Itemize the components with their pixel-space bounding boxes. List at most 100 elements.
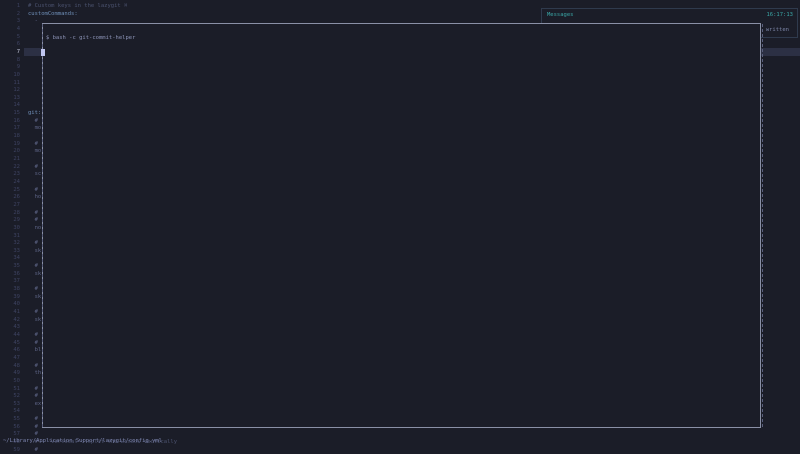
line-number: 41: [13, 309, 20, 315]
line-number: 17: [13, 125, 20, 132]
line-text: sc: [28, 171, 42, 178]
line-number: 14: [13, 102, 20, 109]
popup-left-border: [42, 24, 44, 427]
line-number: 16: [13, 117, 20, 124]
line-number: 25: [13, 186, 20, 193]
line-number: 24: [13, 178, 20, 185]
line-text: #: [28, 423, 38, 430]
line-text: #: [28, 446, 38, 453]
line-number: 7: [16, 48, 20, 55]
line-number: 6: [16, 41, 20, 48]
line-text: #: [28, 186, 38, 193]
line-text: #: [28, 209, 38, 216]
line-number: 18: [13, 133, 20, 140]
line-number: 40: [13, 301, 20, 308]
editor-line: 59 #: [0, 447, 800, 454]
line-number: 38: [13, 286, 20, 293]
line-number: 26: [13, 194, 20, 201]
messages-time: 16:17:13: [766, 12, 794, 18]
line-number: 34: [13, 255, 20, 262]
line-number: 35: [13, 263, 20, 270]
line-number: 27: [13, 201, 20, 208]
line-number: 2: [16, 10, 20, 17]
line-number: 37: [13, 278, 20, 285]
line-number: 36: [13, 270, 20, 277]
line-number: 56: [13, 423, 20, 430]
line-text: #: [28, 240, 38, 247]
line-number: 20: [13, 148, 20, 155]
line-text: ho: [28, 194, 42, 201]
line-text: #: [28, 416, 38, 423]
line-text: #: [28, 309, 38, 315]
line-number: 33: [13, 247, 20, 254]
line-text: #: [28, 339, 38, 346]
line-text: # Custom keys in the lazygit ⌘: [28, 3, 128, 9]
line-number: 30: [13, 224, 20, 231]
line-text: #: [28, 286, 38, 293]
terminal-cursor: [41, 49, 45, 56]
line-text: sk: [28, 247, 42, 254]
terminal-popup[interactable]: $ bash -c git-commit-helper: [41, 23, 763, 428]
line-text: mo: [28, 148, 42, 155]
line-text: #: [28, 263, 38, 270]
line-number: 42: [13, 316, 20, 323]
line-number: 59: [13, 446, 20, 453]
line-number: 39: [13, 293, 20, 300]
line-number: 28: [13, 209, 20, 216]
line-text: mo: [28, 125, 42, 132]
line-number: 22: [13, 163, 20, 170]
line-number: 51: [13, 385, 20, 392]
line-number: 29: [13, 217, 20, 224]
status-bar-path: ~/Library/Application Support/lazygit/co…: [3, 438, 162, 444]
line-number: 4: [16, 25, 20, 32]
line-text: #: [28, 362, 38, 369]
line-number: 23: [13, 171, 20, 178]
line-number: 47: [13, 354, 20, 361]
line-number: 21: [13, 156, 20, 162]
line-number: 8: [16, 56, 20, 63]
messages-body: written: [765, 27, 789, 33]
line-number: 55: [13, 416, 20, 423]
line-number: 3: [16, 18, 20, 25]
line-text: #: [28, 385, 38, 392]
line-text: #: [28, 393, 38, 400]
line-number: 10: [13, 71, 20, 78]
line-text: sk: [28, 270, 42, 277]
line-number: 54: [13, 408, 20, 415]
line-number: 1: [16, 3, 20, 9]
line-number: 15: [13, 110, 20, 117]
line-number: 12: [13, 87, 20, 94]
line-number: 53: [13, 400, 20, 407]
line-number: 52: [13, 393, 20, 400]
line-text: ex: [28, 400, 42, 407]
line-number: 50: [13, 377, 20, 384]
line-text: #: [28, 163, 38, 170]
line-text: sk: [28, 316, 42, 323]
line-text: #: [28, 140, 38, 147]
line-number: 48: [13, 362, 20, 369]
line-text: git:: [28, 110, 42, 117]
line-text: th: [28, 370, 42, 377]
line-text: #: [28, 331, 38, 338]
line-number: 45: [13, 339, 20, 346]
line-number: 9: [16, 64, 20, 71]
line-number: 11: [13, 79, 20, 86]
line-text: -: [28, 18, 38, 25]
line-number: 49: [13, 370, 20, 377]
line-text: customCommands:: [28, 10, 78, 17]
messages-title: Messages: [547, 12, 574, 18]
line-text: no: [28, 224, 42, 231]
line-number: 31: [13, 232, 20, 239]
line-number: 5: [16, 33, 20, 40]
popup-command: $ bash -c git-commit-helper: [46, 35, 136, 41]
line-text: bl: [28, 347, 42, 354]
line-number: 43: [13, 324, 20, 331]
line-number: 46: [13, 347, 20, 354]
line-text: #: [28, 217, 38, 224]
line-number: 13: [13, 94, 20, 101]
line-number: 44: [13, 331, 20, 338]
line-text: #: [28, 117, 38, 124]
line-text: sk: [28, 293, 42, 300]
line-number: 32: [13, 240, 20, 247]
popup-right-border: [761, 24, 763, 427]
